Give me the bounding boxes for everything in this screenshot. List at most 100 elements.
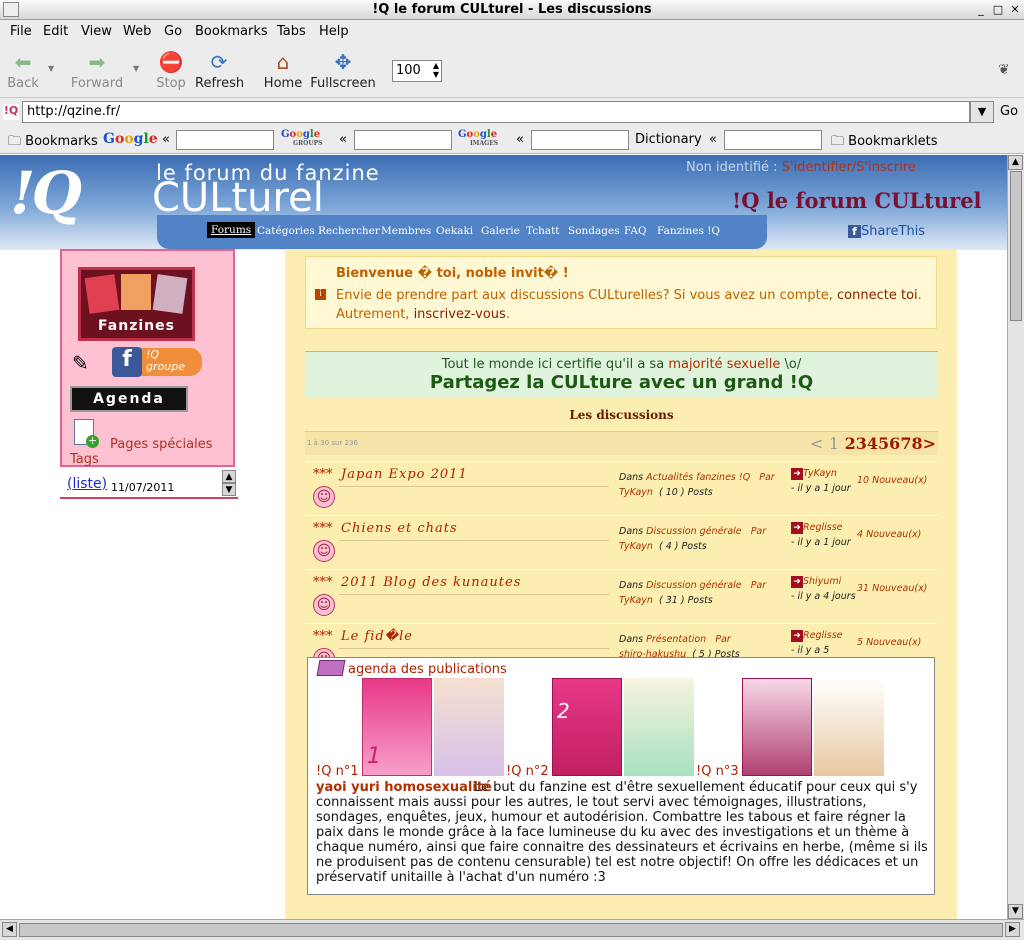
- topic-title[interactable]: Le fid�le: [341, 629, 413, 644]
- page-next[interactable]: >: [923, 434, 936, 453]
- topic-category-link[interactable]: Présentation: [646, 634, 706, 645]
- hscroll-thumb[interactable]: [19, 923, 1003, 937]
- google-groups-logo: Google GROUPS: [281, 129, 323, 147]
- topic-author-link[interactable]: TyKayn: [619, 487, 653, 498]
- menu-go[interactable]: Go: [164, 24, 182, 39]
- page-prev[interactable]: <: [810, 434, 823, 453]
- special-pages-link[interactable]: Pages spéciales: [110, 437, 213, 452]
- nav-oekaki[interactable]: Oekaki: [436, 225, 473, 237]
- last-poster-link[interactable]: Shiyumi: [803, 576, 841, 587]
- last-post-arrow-icon[interactable]: ➜: [791, 468, 803, 480]
- page-3[interactable]: 3: [856, 434, 867, 453]
- page-6[interactable]: 6: [889, 434, 900, 453]
- topic-author-link[interactable]: TyKayn: [619, 541, 653, 552]
- nav-search[interactable]: Rechercher: [318, 225, 380, 237]
- menu-help[interactable]: Help: [319, 24, 349, 39]
- nav-forums[interactable]: Forums: [207, 222, 256, 238]
- tags-list-link[interactable]: (liste): [67, 476, 107, 492]
- google-images-input[interactable]: [531, 130, 629, 150]
- tags-scroll-down-icon[interactable]: ▼: [222, 483, 236, 496]
- nav-fanzines[interactable]: Fanzines !Q: [657, 225, 720, 237]
- nav-members[interactable]: Membres: [381, 225, 431, 237]
- page-4[interactable]: 4: [867, 434, 878, 453]
- forward-button[interactable]: ➡ Forward: [70, 50, 124, 91]
- bookmarks-menu[interactable]: 🗀 Bookmarks: [8, 132, 98, 154]
- topic-title[interactable]: Chiens et chats: [341, 521, 458, 536]
- topic-category-link[interactable]: Discussion générale: [646, 526, 742, 537]
- home-button[interactable]: ⌂ Home: [263, 50, 303, 91]
- last-post-arrow-icon[interactable]: ➜: [791, 630, 803, 642]
- fullscreen-button[interactable]: ✥ Fullscreen: [310, 50, 376, 91]
- zoom-spinner-icon[interactable]: ▲ ▼: [433, 61, 439, 79]
- new-count[interactable]: 31 Nouveau(x): [857, 583, 927, 594]
- topic-author-link[interactable]: TyKayn: [619, 595, 653, 606]
- notepad-icon[interactable]: ✎: [72, 351, 98, 375]
- issue-2-link[interactable]: !Q n°2: [506, 764, 549, 779]
- issue-3-link[interactable]: !Q n°3: [696, 764, 739, 779]
- menu-edit[interactable]: Edit: [43, 24, 68, 39]
- nav-gallery[interactable]: Galerie: [481, 225, 520, 237]
- menu-bookmarks[interactable]: Bookmarks: [195, 24, 268, 39]
- url-input[interactable]: http://qzine.fr/: [22, 101, 970, 123]
- menu-tabs[interactable]: Tabs: [277, 24, 306, 39]
- scroll-down-icon[interactable]: ▼: [1008, 904, 1023, 919]
- menu-web[interactable]: Web: [123, 24, 151, 39]
- new-count[interactable]: 4 Nouveau(x): [857, 529, 921, 540]
- page-5[interactable]: 5: [878, 434, 889, 453]
- tags-scroll-up-icon[interactable]: ▲: [222, 470, 236, 483]
- nav-categories[interactable]: Catégories: [257, 225, 315, 237]
- google-search-input[interactable]: [176, 130, 274, 150]
- agenda-button[interactable]: Agenda: [70, 386, 188, 412]
- maximize-icon[interactable]: □: [990, 2, 1006, 17]
- url-dropdown-icon[interactable]: ▼: [970, 101, 994, 123]
- scroll-up-icon[interactable]: ▲: [1008, 155, 1023, 170]
- facebook-group-button[interactable]: f !Q groupe: [112, 347, 202, 377]
- refresh-button[interactable]: ⟳ Refresh: [195, 50, 244, 91]
- sharethis-link[interactable]: f ShareThis: [848, 224, 925, 239]
- stop-button[interactable]: ⛔ Stop: [156, 50, 186, 91]
- new-count[interactable]: 5 Nouveau(x): [857, 637, 921, 648]
- site-logo[interactable]: !Q: [10, 159, 82, 227]
- topic-author-link[interactable]: shiro-hakushu: [619, 649, 686, 657]
- zoom-field[interactable]: 100 ▲ ▼: [392, 60, 442, 82]
- go-button[interactable]: Go: [1000, 104, 1018, 119]
- topic-title[interactable]: Japan Expo 2011: [341, 467, 468, 482]
- register-link[interactable]: inscrivez-vous: [414, 307, 506, 322]
- issue-1-link[interactable]: !Q n°1: [316, 764, 359, 779]
- last-poster-link[interactable]: Reglisse: [803, 630, 843, 641]
- page-2[interactable]: 2: [845, 434, 856, 453]
- topic-category-link[interactable]: Actualités fanzines !Q: [646, 472, 750, 483]
- page-7[interactable]: 7: [900, 434, 911, 453]
- dictionary-input[interactable]: [724, 130, 822, 150]
- nav-chat[interactable]: Tchatt: [526, 225, 560, 237]
- scroll-left-icon[interactable]: ◀: [2, 922, 17, 937]
- bookmarklets-menu[interactable]: 🗀 Bookmarklets: [831, 132, 938, 154]
- majority-link[interactable]: majorité sexuelle: [668, 357, 780, 372]
- menu-view[interactable]: View: [81, 24, 112, 39]
- page-8[interactable]: 8: [911, 434, 922, 453]
- last-poster-link[interactable]: TyKayn: [803, 468, 837, 479]
- nav-faq[interactable]: FAQ: [624, 225, 647, 237]
- topic-title[interactable]: 2011 Blog des kunautes: [341, 575, 521, 590]
- vertical-scrollbar[interactable]: ▲ ▼: [1007, 155, 1024, 919]
- login-link[interactable]: connecte toi: [837, 288, 918, 303]
- nav-polls[interactable]: Sondages: [568, 225, 620, 237]
- minimize-icon[interactable]: _: [973, 2, 989, 17]
- google-groups-input[interactable]: [354, 130, 452, 150]
- login-link[interactable]: S'identifier/S'inscrire: [782, 160, 916, 175]
- menu-file[interactable]: File: [10, 24, 32, 39]
- back-button[interactable]: ⬅ Back: [6, 50, 40, 91]
- fanzines-banner[interactable]: Fanzines: [78, 267, 195, 341]
- back-dropdown-icon[interactable]: ▼: [48, 64, 54, 73]
- scroll-right-icon[interactable]: ▶: [1005, 922, 1020, 937]
- new-count[interactable]: 10 Nouveau(x): [857, 475, 927, 486]
- close-icon[interactable]: ✕: [1007, 2, 1023, 17]
- scroll-thumb[interactable]: [1010, 171, 1022, 321]
- topic-category-link[interactable]: Discussion générale: [646, 580, 742, 591]
- last-post-arrow-icon[interactable]: ➜: [791, 576, 803, 588]
- last-poster-link[interactable]: Reglisse: [803, 522, 843, 533]
- forward-dropdown-icon[interactable]: ▼: [133, 64, 139, 73]
- horizontal-scrollbar[interactable]: ◀ ▶: [0, 919, 1024, 940]
- last-post-arrow-icon[interactable]: ➜: [791, 522, 803, 534]
- page-1: 1: [828, 434, 840, 453]
